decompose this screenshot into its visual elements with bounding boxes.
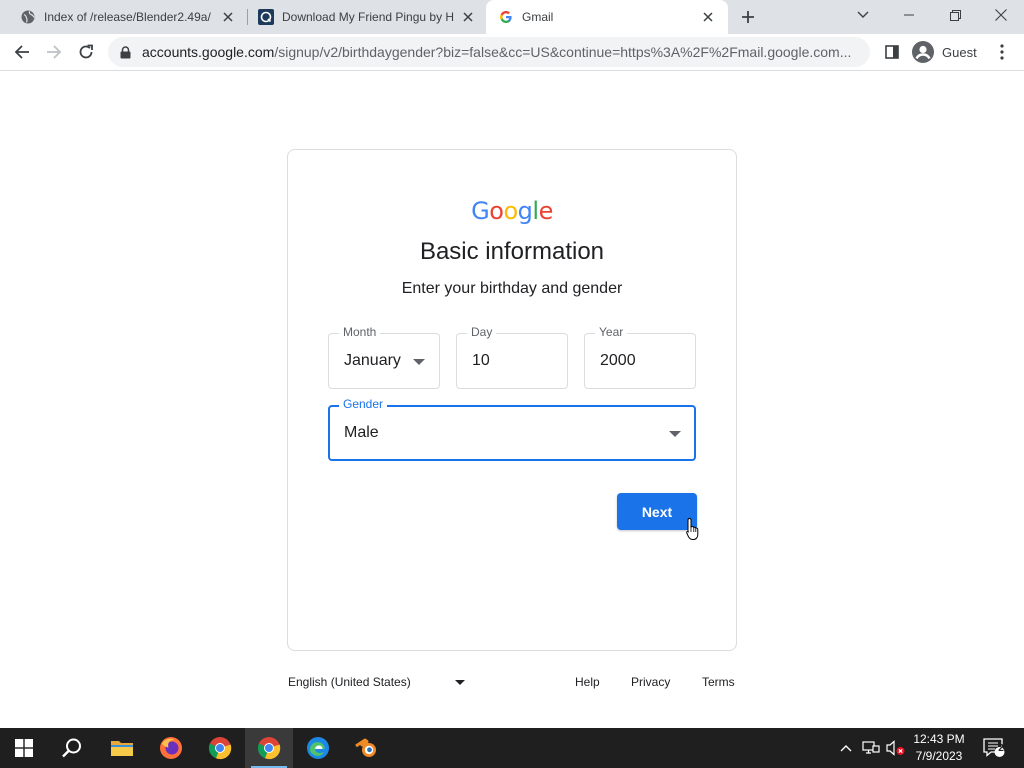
file-explorer-icon [111,741,133,756]
start-button[interactable] [0,728,48,768]
tab-title: Download My Friend Pingu by H [282,10,454,24]
year-input[interactable]: Year 2000 [584,325,696,389]
network-tray-button[interactable] [860,728,882,768]
globe-icon [20,9,36,25]
signup-card: Google Basic information Enter your birt… [287,149,737,651]
month-select[interactable]: Month January [328,325,440,389]
reload-button[interactable] [72,38,100,66]
year-value: 2000 [600,352,636,369]
side-panel-icon [885,45,899,59]
back-button[interactable] [8,38,36,66]
terms-link[interactable]: Terms [702,675,735,689]
blender-icon [355,738,376,757]
windows-start-icon [15,739,33,757]
gender-select[interactable]: Gender Male [328,397,696,461]
volume-muted-icon [886,740,905,756]
next-button[interactable]: Next [617,493,697,530]
url-text: accounts.google.com/signup/v2/birthdayge… [142,44,851,60]
tab-pingu-download[interactable]: Download My Friend Pingu by H [248,0,486,34]
windows-taskbar: 12:43 PM 7/9/2023 2 [0,728,1024,768]
search-icon [62,738,81,758]
chevron-down-icon [857,11,869,18]
close-tab-icon[interactable] [460,9,476,25]
google-g-icon [498,9,514,25]
dropdown-arrow-icon [413,359,425,365]
firefox-icon [160,737,182,759]
day-input[interactable]: Day 10 [456,325,568,389]
url-path: /signup/v2/birthdaygender?biz=false&cc=U… [274,44,852,60]
side-panel-button[interactable] [878,38,906,66]
menu-button[interactable] [988,38,1016,66]
chevron-up-icon [840,745,852,752]
profile-label: Guest [942,44,977,60]
close-window-button[interactable] [978,0,1024,30]
day-label: Day [467,325,497,339]
file-explorer-button[interactable] [98,728,146,768]
tab-title: Gmail [522,10,554,24]
tab-blender-index[interactable]: Index of /release/Blender2.49a/ [0,0,246,34]
kebab-menu-icon [1000,44,1004,60]
edge-button[interactable] [294,728,342,768]
page-subtitle: Enter your birthday and gender [401,280,623,297]
clock-date: 7/9/2023 [915,749,963,763]
privacy-link[interactable]: Privacy [631,675,670,689]
arrow-left-icon [14,45,29,59]
edge-icon [307,737,329,759]
hand-cursor-icon [686,517,700,541]
day-value: 10 [472,352,490,369]
google-logo: Google [471,197,553,225]
dropdown-arrow-icon[interactable] [455,680,465,685]
reload-icon [79,44,93,59]
gender-value: Male [344,424,379,441]
taskbar-search-button[interactable] [48,728,96,768]
forward-button[interactable] [40,38,68,66]
browser-toolbar: accounts.google.com/signup/v2/birthdayge… [0,34,1024,71]
close-icon [995,9,1007,21]
chrome-active-button[interactable] [245,728,293,768]
volume-tray-button[interactable] [884,728,908,768]
year-label: Year [595,325,628,339]
page-title: Basic information [419,238,605,265]
network-icon [862,741,880,754]
account-circle-icon [912,41,934,63]
lock-icon[interactable] [118,45,132,59]
browser-tab-strip: Index of /release/Blender2.49a/ Download… [0,0,1024,34]
dropdown-arrow-icon [669,431,681,437]
close-tab-icon[interactable] [220,9,236,25]
system-clock[interactable]: 12:43 PM 7/9/2023 [908,731,970,765]
close-tab-icon[interactable] [700,9,716,25]
new-tab-button[interactable] [736,5,760,29]
restore-button[interactable] [932,0,978,30]
restore-icon [949,9,961,21]
avatar [912,41,934,63]
chrome-button[interactable] [196,728,244,768]
blender-button[interactable] [343,728,391,768]
page-footer: English (United States) Help Privacy Ter… [287,672,737,692]
language-select[interactable]: English (United States) [288,675,411,689]
clock-time: 12:43 PM [913,732,965,746]
show-hidden-icons-button[interactable] [836,728,856,768]
notifications-button[interactable]: 2 [978,728,1010,768]
firefox-button[interactable] [147,728,195,768]
tab-gmail[interactable]: Gmail [486,0,728,34]
month-value: January [344,352,401,369]
notification-badge: 2 [998,743,1004,754]
url-host: accounts.google.com [142,44,275,60]
plus-icon [742,11,754,23]
month-label: Month [339,325,381,339]
help-link[interactable]: Help [575,675,600,689]
chrome-icon [257,737,281,760]
arrow-right-icon [47,45,62,59]
tab-title: Index of /release/Blender2.49a/ [44,10,211,24]
tab-search-button[interactable] [840,0,886,30]
gender-label: Gender [339,397,388,411]
profile-button[interactable]: Guest [908,38,984,66]
minimize-icon [904,14,914,16]
download-site-icon [258,9,274,25]
address-bar[interactable]: accounts.google.com/signup/v2/birthdayge… [108,37,870,67]
chrome-icon [208,737,232,760]
minimize-button[interactable] [886,0,932,30]
